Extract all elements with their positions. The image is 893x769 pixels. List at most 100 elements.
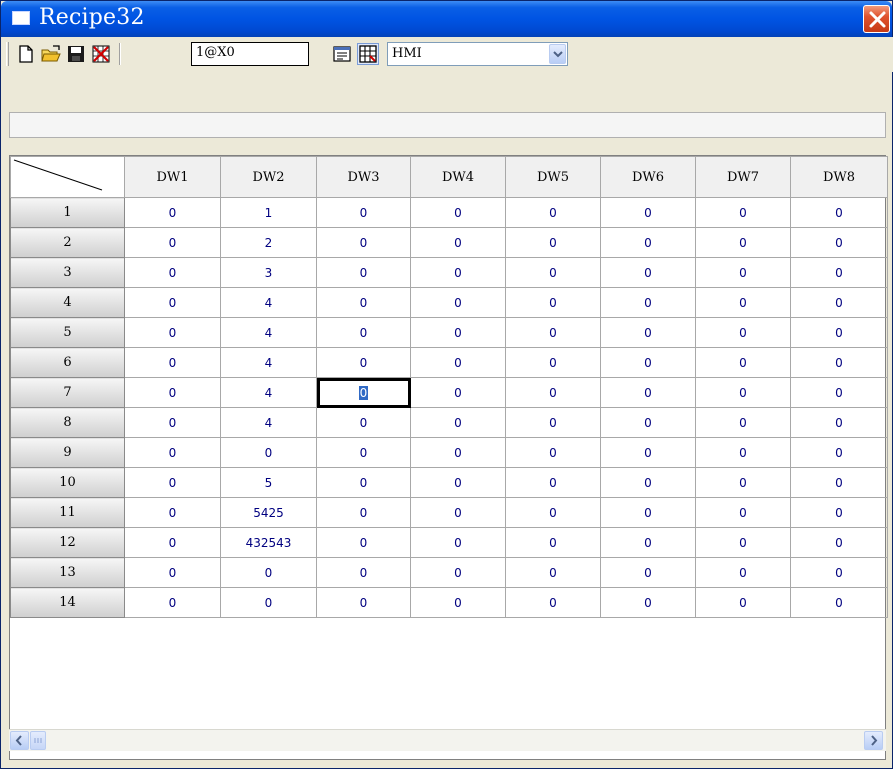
grid-button[interactable] <box>357 43 379 65</box>
grid-cell[interactable]: 0 <box>695 557 791 588</box>
grid-cell[interactable]: 0 <box>124 287 221 318</box>
column-header-dw3[interactable]: DW3 <box>316 156 411 198</box>
grid-cell-selected[interactable]: 0 <box>316 377 411 408</box>
grid-cell[interactable]: 0 <box>790 227 888 258</box>
row-header[interactable]: 14 <box>10 587 125 618</box>
grid-cell[interactable]: 5425 <box>220 497 317 528</box>
grid-cell[interactable]: 0 <box>790 437 888 468</box>
grid-cell[interactable]: 0 <box>316 587 411 618</box>
grid-cell[interactable]: 0 <box>410 437 506 468</box>
grid-cell[interactable]: 0 <box>790 587 888 618</box>
grid-cell[interactable]: 0 <box>316 407 411 438</box>
grid-cell[interactable]: 4 <box>220 287 317 318</box>
open-button[interactable] <box>40 43 62 65</box>
row-header[interactable]: 8 <box>10 407 125 438</box>
grid-cell[interactable]: 0 <box>124 437 221 468</box>
grid-cell[interactable]: 4 <box>220 317 317 348</box>
row-header[interactable]: 5 <box>10 317 125 348</box>
grid-cell[interactable]: 0 <box>410 467 506 498</box>
grid-cell[interactable]: 0 <box>124 467 221 498</box>
row-header[interactable]: 3 <box>10 257 125 288</box>
column-header-dw1[interactable]: DW1 <box>124 156 221 198</box>
toolbar-grip[interactable] <box>6 42 9 66</box>
row-header[interactable]: 9 <box>10 437 125 468</box>
delete-button[interactable] <box>90 43 112 65</box>
device-select[interactable]: HMI <box>387 42 568 66</box>
grid-cell[interactable]: 2 <box>220 227 317 258</box>
grid-cell[interactable]: 0 <box>505 407 601 438</box>
horizontal-scrollbar[interactable] <box>9 729 886 751</box>
row-header[interactable]: 11 <box>10 497 125 528</box>
grid-cell[interactable]: 0 <box>695 227 791 258</box>
grid-cell[interactable]: 0 <box>410 557 506 588</box>
grid-cell[interactable]: 0 <box>695 317 791 348</box>
grid-cell[interactable]: 0 <box>505 557 601 588</box>
row-header[interactable]: 2 <box>10 227 125 258</box>
grid-cell[interactable]: 0 <box>316 527 411 558</box>
grid-cell[interactable]: 0 <box>600 287 696 318</box>
grid-cell[interactable]: 0 <box>505 227 601 258</box>
grid-cell[interactable]: 0 <box>505 377 601 408</box>
title-bar[interactable]: Recipe32 <box>1 1 892 37</box>
corner-header[interactable] <box>10 156 125 198</box>
grid-cell[interactable]: 0 <box>410 497 506 528</box>
grid-cell[interactable]: 0 <box>790 287 888 318</box>
column-header-dw8[interactable]: DW8 <box>790 156 888 198</box>
grid-cell[interactable]: 0 <box>600 557 696 588</box>
row-header[interactable]: 6 <box>10 347 125 378</box>
grid-cell[interactable]: 0 <box>124 377 221 408</box>
grid-cell[interactable]: 0 <box>316 437 411 468</box>
grid-cell[interactable]: 0 <box>410 407 506 438</box>
scroll-thumb[interactable] <box>30 731 46 750</box>
grid-cell[interactable]: 0 <box>505 527 601 558</box>
grid-cell[interactable]: 0 <box>505 287 601 318</box>
grid-cell[interactable]: 0 <box>600 527 696 558</box>
grid-cell[interactable]: 0 <box>316 347 411 378</box>
grid-cell[interactable]: 0 <box>410 197 506 228</box>
grid-cell[interactable]: 0 <box>505 437 601 468</box>
grid-cell[interactable]: 0 <box>220 557 317 588</box>
grid-cell[interactable]: 0 <box>316 227 411 258</box>
grid-cell[interactable]: 0 <box>410 347 506 378</box>
grid-cell[interactable]: 0 <box>505 467 601 498</box>
grid-cell[interactable]: 0 <box>695 197 791 228</box>
grid-cell[interactable]: 0 <box>790 317 888 348</box>
grid-cell[interactable]: 0 <box>600 227 696 258</box>
grid-cell[interactable]: 432543 <box>220 527 317 558</box>
new-button[interactable] <box>15 43 37 65</box>
grid-cell[interactable]: 0 <box>695 497 791 528</box>
grid-cell[interactable]: 0 <box>410 227 506 258</box>
scroll-left-button[interactable] <box>10 731 29 750</box>
grid-cell[interactable]: 0 <box>124 317 221 348</box>
grid-cell[interactable]: 0 <box>695 467 791 498</box>
grid-cell[interactable]: 0 <box>316 317 411 348</box>
grid-cell[interactable]: 0 <box>220 587 317 618</box>
grid-cell[interactable]: 0 <box>124 257 221 288</box>
close-button[interactable] <box>863 5 890 33</box>
grid-cell[interactable]: 0 <box>505 497 601 528</box>
grid-cell[interactable]: 0 <box>124 197 221 228</box>
grid-cell[interactable]: 0 <box>695 347 791 378</box>
grid-cell[interactable]: 0 <box>790 407 888 438</box>
grid-cell[interactable]: 0 <box>600 467 696 498</box>
grid-cell[interactable]: 4 <box>220 407 317 438</box>
grid-cell[interactable]: 0 <box>124 557 221 588</box>
grid-cell[interactable]: 0 <box>600 377 696 408</box>
properties-button[interactable] <box>331 43 353 65</box>
row-header[interactable]: 1 <box>10 197 125 228</box>
grid-cell[interactable]: 0 <box>410 587 506 618</box>
grid-cell[interactable]: 0 <box>790 467 888 498</box>
grid-cell[interactable]: 0 <box>695 257 791 288</box>
grid-cell[interactable]: 0 <box>505 257 601 288</box>
grid-cell[interactable]: 0 <box>695 437 791 468</box>
grid-cell[interactable]: 0 <box>790 197 888 228</box>
grid-cell[interactable]: 0 <box>124 347 221 378</box>
grid-cell[interactable]: 0 <box>316 497 411 528</box>
grid-cell[interactable]: 0 <box>790 557 888 588</box>
grid-cell[interactable]: 0 <box>600 587 696 618</box>
grid-cell[interactable]: 0 <box>316 257 411 288</box>
grid-cell[interactable]: 0 <box>600 497 696 528</box>
grid-cell[interactable]: 0 <box>124 527 221 558</box>
row-header[interactable]: 10 <box>10 467 125 498</box>
row-header[interactable]: 13 <box>10 557 125 588</box>
